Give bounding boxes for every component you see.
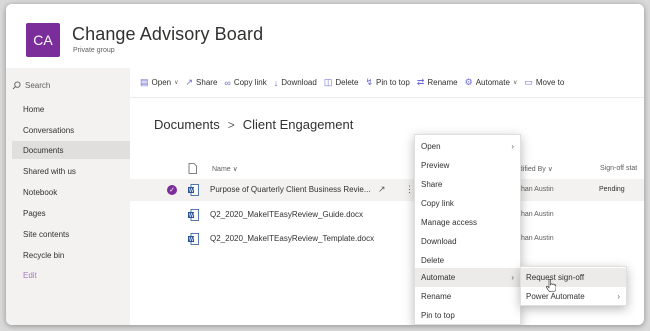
nav-item-shared-with-us[interactable]: Shared with us <box>12 162 130 180</box>
pin-to-top-button[interactable]: ↯ Pin to top <box>365 77 409 88</box>
trash-icon: ◫ <box>323 77 333 87</box>
word-doc-icon: W <box>188 184 199 196</box>
signoff-status: Pending <box>599 186 625 193</box>
menu-item-preview[interactable]: Preview <box>415 156 520 175</box>
move-to-button[interactable]: ▭ Move to <box>524 77 564 88</box>
table-row[interactable]: W Q2_2020_MakeITEasyReview_Template.docx… <box>130 228 644 250</box>
open-icon: ▤ <box>140 77 149 87</box>
search-placeholder: Search <box>25 80 51 90</box>
chevron-down-icon: ∨ <box>174 80 179 86</box>
automate-icon: ⚙ <box>464 77 473 87</box>
menu-item-open[interactable]: Open › <box>415 137 520 156</box>
share-icon: ↗ <box>185 77 194 87</box>
context-menu: Open › Preview Share Copy link Manage acc… <box>414 134 521 325</box>
word-doc-icon: W <box>188 209 199 221</box>
hand-cursor-icon <box>546 279 556 292</box>
rename-button[interactable]: ⇄ Rename <box>417 77 458 88</box>
column-headers: Name ∨ odified By ∨ Sign-off stat <box>130 160 644 178</box>
breadcrumb: Documents > Client Engagement <box>154 117 353 132</box>
breadcrumb-current: Client Engagement <box>242 117 354 132</box>
file-name[interactable]: Purpose of Quarterly Client Business Rev… <box>210 185 371 194</box>
pin-icon: ↯ <box>365 77 373 87</box>
site-logo[interactable]: CA <box>26 23 60 57</box>
share-button[interactable]: ↗ Share <box>186 77 218 88</box>
nav-item-home[interactable]: Home <box>12 100 130 118</box>
breadcrumb-documents[interactable]: Documents <box>154 117 220 132</box>
nav-item-recycle-bin[interactable]: Recycle bin <box>12 246 130 264</box>
checkmark-icon[interactable]: ✓ <box>167 185 177 195</box>
file-name[interactable]: Q2_2020_MakeITEasyReview_Template.docx <box>210 234 374 243</box>
share-icon[interactable]: ↗ <box>378 184 386 195</box>
table-row[interactable]: ✓ W Purpose of Quarterly Client Business… <box>130 179 644 201</box>
modified-by: than Austin <box>519 235 554 242</box>
nav-item-pages[interactable]: Pages <box>12 204 130 222</box>
copy-link-button[interactable]: ∞ Copy link <box>224 78 266 88</box>
move-icon: ▭ <box>524 77 533 87</box>
menu-item-request-sign-off[interactable]: Request sign-off <box>521 268 626 287</box>
search-icon <box>12 80 21 89</box>
word-doc-icon: W <box>188 233 199 245</box>
command-bar: ▤ Open ∨ ↗ Share ∞ Copy link ↓ Download ◫ Dele… <box>130 68 644 98</box>
nav-item-conversations[interactable]: Conversations <box>12 121 130 139</box>
breadcrumb-separator: > <box>227 117 235 132</box>
modified-by: than Austin <box>519 186 554 193</box>
more-options-icon[interactable]: ⋮ <box>405 184 414 195</box>
site-title[interactable]: Change Advisory Board <box>72 24 263 45</box>
name-column-header[interactable]: Name ∨ <box>212 165 238 173</box>
download-icon: ↓ <box>273 77 279 88</box>
menu-item-share[interactable]: Share <box>415 175 520 194</box>
nav-item-documents[interactable]: Documents <box>12 141 130 159</box>
nav-item-site-contents[interactable]: Site contents <box>12 225 130 243</box>
app-window: CA Change Advisory Board Private group S… <box>6 4 644 325</box>
chevron-down-icon: ∨ <box>512 80 518 86</box>
svg-text:W: W <box>189 213 194 219</box>
menu-item-rename[interactable]: Rename <box>415 287 520 306</box>
menu-item-download[interactable]: Download <box>415 232 520 251</box>
automate-button[interactable]: ⚙ Automate ∨ <box>465 77 518 88</box>
chevron-right-icon: › <box>511 273 514 282</box>
menu-item-pin-to-top[interactable]: Pin to top <box>415 306 520 325</box>
automate-submenu: Request sign-off Power Automate › <box>520 266 627 306</box>
left-nav: Search Home Conversations Documents Shar… <box>6 68 130 325</box>
delete-button[interactable]: ◫ Delete <box>324 77 359 88</box>
menu-item-power-automate[interactable]: Power Automate › <box>521 287 626 306</box>
menu-item-automate[interactable]: Automate › <box>415 268 520 287</box>
menu-item-copy-link[interactable]: Copy link <box>415 194 520 213</box>
file-type-header-icon <box>188 163 197 174</box>
chevron-right-icon: › <box>511 142 514 151</box>
site-header: CA Change Advisory Board Private group <box>6 4 644 68</box>
menu-item-manage-access[interactable]: Manage access <box>415 213 520 232</box>
table-row[interactable]: W Q2_2020_MakeITEasyReview_Guide.docx th… <box>130 204 644 226</box>
svg-text:W: W <box>189 237 194 243</box>
file-name[interactable]: Q2_2020_MakeITEasyReview_Guide.docx <box>210 210 363 219</box>
chevron-right-icon: › <box>617 292 620 301</box>
nav-item-notebook[interactable]: Notebook <box>12 183 130 201</box>
signoff-status-column-header[interactable]: Sign-off stat <box>600 165 637 172</box>
open-button[interactable]: ▤ Open ∨ <box>140 77 179 88</box>
download-button[interactable]: ↓ Download <box>274 78 317 88</box>
modified-by: than Austin <box>519 211 554 218</box>
search-box[interactable]: Search <box>12 76 124 94</box>
nav-edit-link[interactable]: Edit <box>12 266 130 284</box>
site-subtitle: Private group <box>73 47 115 54</box>
link-icon: ∞ <box>224 77 231 88</box>
rename-icon: ⇄ <box>416 77 425 87</box>
svg-text:W: W <box>189 188 194 194</box>
